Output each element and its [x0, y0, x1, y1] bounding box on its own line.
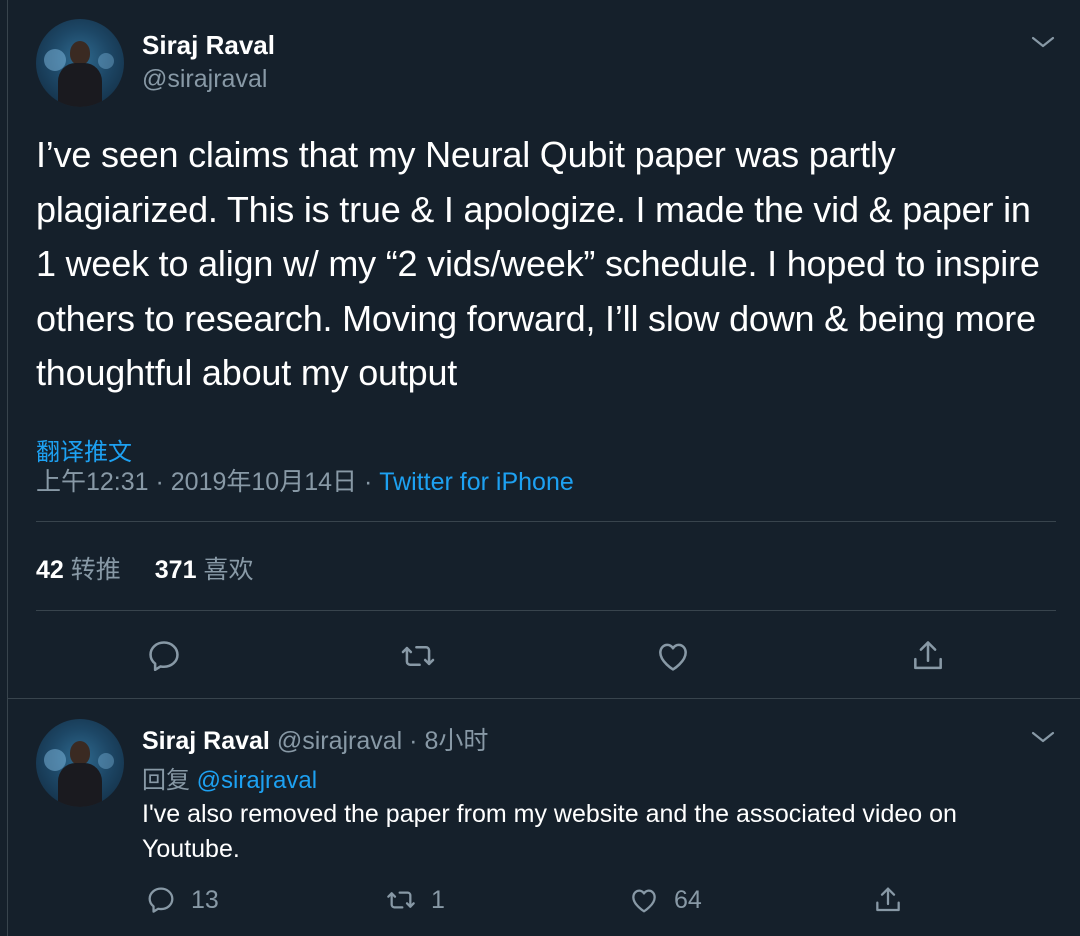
reply-icon[interactable] [145, 637, 183, 675]
like-action[interactable]: 64 [628, 883, 702, 917]
tweet-stats: 42 转推 371 喜欢 [36, 550, 253, 586]
reply-to-handle[interactable]: @sirajraval [197, 767, 317, 794]
reply-text: I've also removed the paper from my webs… [142, 800, 957, 863]
tweet-meta: 上午12:31 · 2019年10月14日 · Twitter for iPho… [36, 462, 574, 498]
reply-icon [148, 887, 174, 913]
like-label: 喜欢 [203, 556, 254, 584]
tweet-time[interactable]: 上午12:31 [36, 468, 149, 496]
retweet-count: 42 [36, 556, 64, 584]
chevron-down-icon[interactable] [1030, 729, 1056, 745]
share-icon [876, 887, 900, 912]
divider [36, 610, 1056, 611]
meta-separator: · [148, 468, 171, 496]
retweet-icon [387, 891, 415, 909]
reply-count: 13 [191, 885, 219, 914]
reply-header: Siraj Raval @sirajraval · 8小时 [142, 721, 488, 757]
tweet-source[interactable]: Twitter for iPhone [379, 468, 574, 496]
author-name[interactable]: Siraj Raval [142, 727, 270, 755]
retweet-label: 转推 [70, 556, 121, 584]
avatar[interactable] [36, 19, 124, 107]
meta-separator: · [402, 727, 425, 755]
meta-separator: · [357, 468, 380, 496]
retweet-stat[interactable]: 42 转推 [36, 556, 121, 584]
retweet-action[interactable]: 1 [385, 883, 445, 917]
like-count: 64 [674, 885, 702, 914]
reply-prefix: 回复 [142, 767, 197, 794]
like-stat[interactable]: 371 喜欢 [155, 556, 254, 584]
replying-to: 回复 @sirajraval [142, 760, 317, 795]
main-tweet: Siraj Raval @sirajraval I’ve seen claims… [8, 0, 1080, 699]
share-icon[interactable] [909, 637, 947, 675]
author-handle[interactable]: @sirajraval [142, 65, 267, 94]
tweet-text: I’ve seen claims that my Neural Qubit pa… [36, 134, 1040, 393]
avatar[interactable] [36, 719, 124, 807]
divider [36, 521, 1056, 522]
author-handle[interactable]: @sirajraval [277, 727, 402, 755]
retweet-icon[interactable] [399, 637, 437, 675]
like-count: 371 [154, 556, 197, 584]
retweet-count: 1 [431, 885, 445, 914]
chevron-down-icon[interactable] [1030, 34, 1056, 50]
tweet-age[interactable]: 8小时 [424, 727, 488, 755]
reply-action[interactable]: 13 [145, 883, 219, 917]
like-icon [632, 889, 656, 913]
timeline-column: Siraj Raval @sirajraval I’ve seen claims… [7, 0, 1080, 936]
author-name[interactable]: Siraj Raval [142, 30, 275, 61]
like-icon[interactable] [654, 637, 692, 675]
share-action[interactable] [872, 883, 918, 917]
tweet-date[interactable]: 2019年10月14日 [171, 468, 357, 496]
